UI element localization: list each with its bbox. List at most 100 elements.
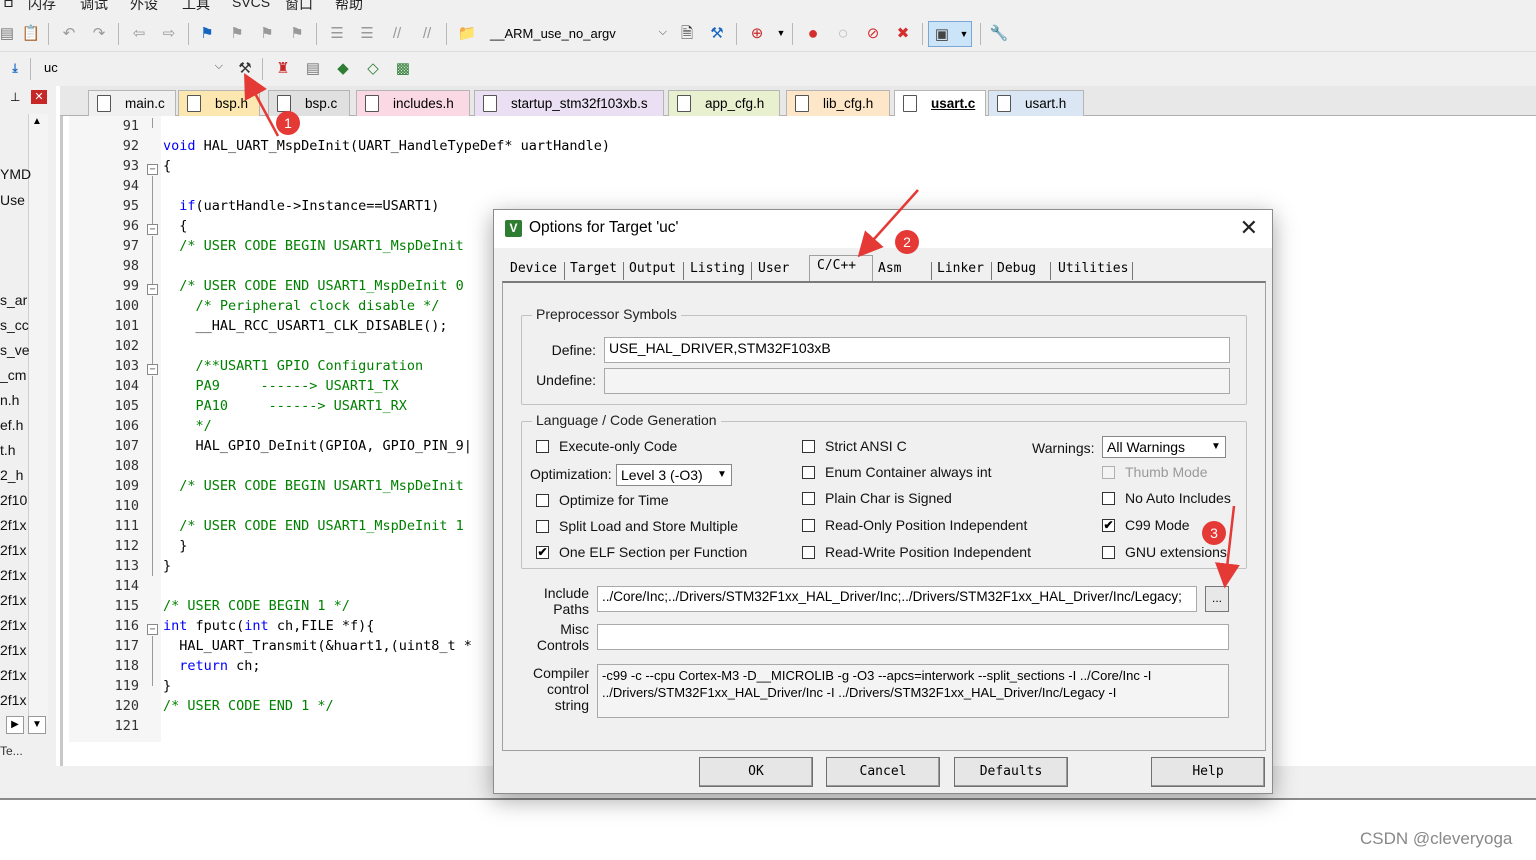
include-paths-browse-button[interactable]: ...	[1205, 586, 1229, 612]
fold-toggle-icon[interactable]: −	[147, 164, 158, 175]
indent-icon[interactable]: ☰	[326, 22, 348, 44]
tab-c-cpp[interactable]: C/C++	[817, 256, 856, 278]
project-tree-item[interactable]: s_ar	[0, 292, 27, 308]
checkbox-box[interactable]	[536, 439, 549, 453]
comment-icon[interactable]: //	[386, 22, 408, 44]
tab-debug[interactable]: Debug	[997, 259, 1036, 281]
menu-item-flash[interactable]: 闪存	[28, 0, 56, 14]
checkbox-box[interactable]	[536, 519, 549, 533]
tools-icon[interactable]: ⚒	[706, 22, 728, 44]
redo-icon[interactable]: ↷	[88, 22, 110, 44]
no-auto-includes-checkbox[interactable]: No Auto Includes	[1102, 490, 1231, 506]
tab-output[interactable]: Output	[629, 259, 676, 281]
tab-device[interactable]: Device	[510, 259, 557, 281]
menu-item-svcs[interactable]: SVCS	[232, 0, 270, 10]
enum-container-checkbox[interactable]: Enum Container always int	[802, 464, 992, 480]
defaults-button[interactable]: Defaults	[954, 757, 1068, 787]
project-tree-item[interactable]: _cm	[0, 367, 26, 383]
optimization-select[interactable]: Level 3 (-O3) ▼	[616, 464, 732, 486]
tab-asm[interactable]: Asm	[878, 259, 901, 281]
uncomment-icon[interactable]: //	[416, 22, 438, 44]
checkbox-box[interactable]	[802, 439, 815, 453]
menu-item-peripherals[interactable]: 外设	[130, 0, 158, 14]
manage-project-icon[interactable]: ♜	[272, 57, 294, 79]
define-input[interactable]: USE_HAL_DRIVER,STM32F103xB	[604, 337, 1230, 363]
scroll-up-icon[interactable]: ▲	[32, 116, 42, 127]
window-layout-button[interactable]: ▣ ▼	[928, 21, 972, 47]
tab-lib-cfg-h[interactable]: lib_cfg.h	[786, 90, 890, 116]
prev-bookmark-icon[interactable]: ⚑	[226, 22, 248, 44]
load-icon[interactable]: ⤓	[4, 57, 26, 79]
tab-includes-h[interactable]: includes.h	[356, 90, 470, 116]
split-load-store-checkbox[interactable]: Split Load and Store Multiple	[536, 518, 738, 534]
tab-startup-s[interactable]: startup_stm32f103xb.s	[474, 90, 664, 116]
tab-target[interactable]: Target	[570, 259, 617, 281]
tab-usart-c[interactable]: usart.c	[894, 90, 986, 116]
project-tree-item[interactable]: 2f1x	[0, 592, 26, 608]
checkbox-box[interactable]	[802, 491, 815, 505]
templates-tab[interactable]: Te...	[0, 744, 23, 758]
menu-item-window[interactable]: 窗口	[285, 0, 313, 14]
find-icon[interactable]: 🗎	[676, 22, 698, 44]
tab-utilities[interactable]: Utilities	[1058, 259, 1128, 281]
misc-controls-input[interactable]	[597, 624, 1229, 650]
paste-icon[interactable]: 📋	[20, 22, 42, 44]
project-tree-item[interactable]: 2f1x	[0, 642, 26, 658]
unindent-icon[interactable]: ☰	[356, 22, 378, 44]
gnu-extensions-checkbox[interactable]: GNU extensions	[1102, 544, 1227, 560]
checkbox-box[interactable]	[1102, 545, 1115, 559]
fold-toggle-icon[interactable]: −	[147, 224, 158, 235]
execute-only-checkbox[interactable]: Execute-only Code	[536, 438, 677, 454]
optimize-time-checkbox[interactable]: Optimize for Time	[536, 492, 669, 508]
fold-toggle-icon[interactable]: −	[147, 284, 158, 295]
save-icon[interactable]: ▤	[0, 22, 18, 44]
project-tree-item[interactable]: s_ve	[0, 342, 30, 358]
plain-char-signed-checkbox[interactable]: Plain Char is Signed	[802, 490, 952, 506]
c99-mode-checkbox[interactable]: ✔ C99 Mode	[1102, 517, 1190, 533]
tab-app-cfg-h[interactable]: app_cfg.h	[668, 90, 780, 116]
pack-installer-icon[interactable]: ▩	[392, 57, 414, 79]
tab-linker[interactable]: Linker	[937, 259, 984, 281]
tab-bsp-h[interactable]: bsp.h	[178, 90, 260, 116]
close-icon[interactable]: ✕	[1240, 215, 1258, 241]
one-elf-section-checkbox[interactable]: ✔ One ELF Section per Function	[536, 544, 747, 560]
select-pack-icon[interactable]: ◇	[362, 57, 384, 79]
project-tree-item[interactable]: YMD	[0, 166, 31, 182]
find-in-files-icon[interactable]: 📁	[456, 22, 478, 44]
next-bookmark-icon[interactable]: ⚑	[256, 22, 278, 44]
include-paths-input[interactable]: ../Core/Inc;../Drivers/STM32F1xx_HAL_Dri…	[597, 586, 1197, 612]
fold-toggle-icon[interactable]: −	[147, 364, 158, 375]
bookmark-icon[interactable]: ⚑	[196, 22, 218, 44]
tab-listing[interactable]: Listing	[690, 259, 745, 281]
warnings-select[interactable]: All Warnings ▼	[1102, 436, 1226, 458]
undo-icon[interactable]: ↶	[58, 22, 80, 44]
configure-icon[interactable]: 🔧	[988, 22, 1010, 44]
chevron-down-icon[interactable]: ▼	[770, 22, 792, 44]
project-tree-item[interactable]: n.h	[0, 392, 19, 408]
menu-item-help[interactable]: 帮助	[335, 0, 363, 14]
fold-toggle-icon[interactable]: −	[147, 624, 158, 635]
project-scrollbar[interactable]: ▲	[28, 114, 48, 724]
pin-icon[interactable]: ⊥	[10, 90, 20, 104]
project-tree-item[interactable]: Use	[0, 192, 25, 208]
project-tree-item[interactable]: 2f1x	[0, 617, 26, 633]
close-icon[interactable]: ✕	[31, 90, 47, 104]
project-tree-item[interactable]: 2f1x	[0, 567, 26, 583]
project-tree-item[interactable]: 2f1x	[0, 692, 26, 708]
checkbox-box[interactable]: ✔	[1102, 518, 1115, 532]
project-tree-item[interactable]: ef.h	[0, 417, 23, 433]
project-tree-item[interactable]: 2f1x	[0, 542, 26, 558]
checkbox-box[interactable]: ✔	[536, 545, 549, 559]
strict-ansi-checkbox[interactable]: Strict ANSI C	[802, 438, 907, 454]
manage-rte-icon[interactable]: ◆	[332, 57, 354, 79]
project-tree-item[interactable]: 2f10	[0, 492, 27, 508]
disable-all-breakpoints-icon[interactable]: ⊘	[862, 22, 884, 44]
menu-item-debug[interactable]: 调试	[80, 0, 108, 14]
undefine-input[interactable]	[604, 368, 1230, 394]
scroll-down-icon[interactable]: ▼	[28, 716, 46, 734]
checkbox-box[interactable]	[536, 493, 549, 507]
disable-breakpoint-icon[interactable]: ○	[832, 22, 854, 44]
project-tree-item[interactable]: 2f1x	[0, 667, 26, 683]
clear-bookmarks-icon[interactable]: ⚑	[286, 22, 308, 44]
project-tree-item[interactable]: 2f1x	[0, 517, 26, 533]
